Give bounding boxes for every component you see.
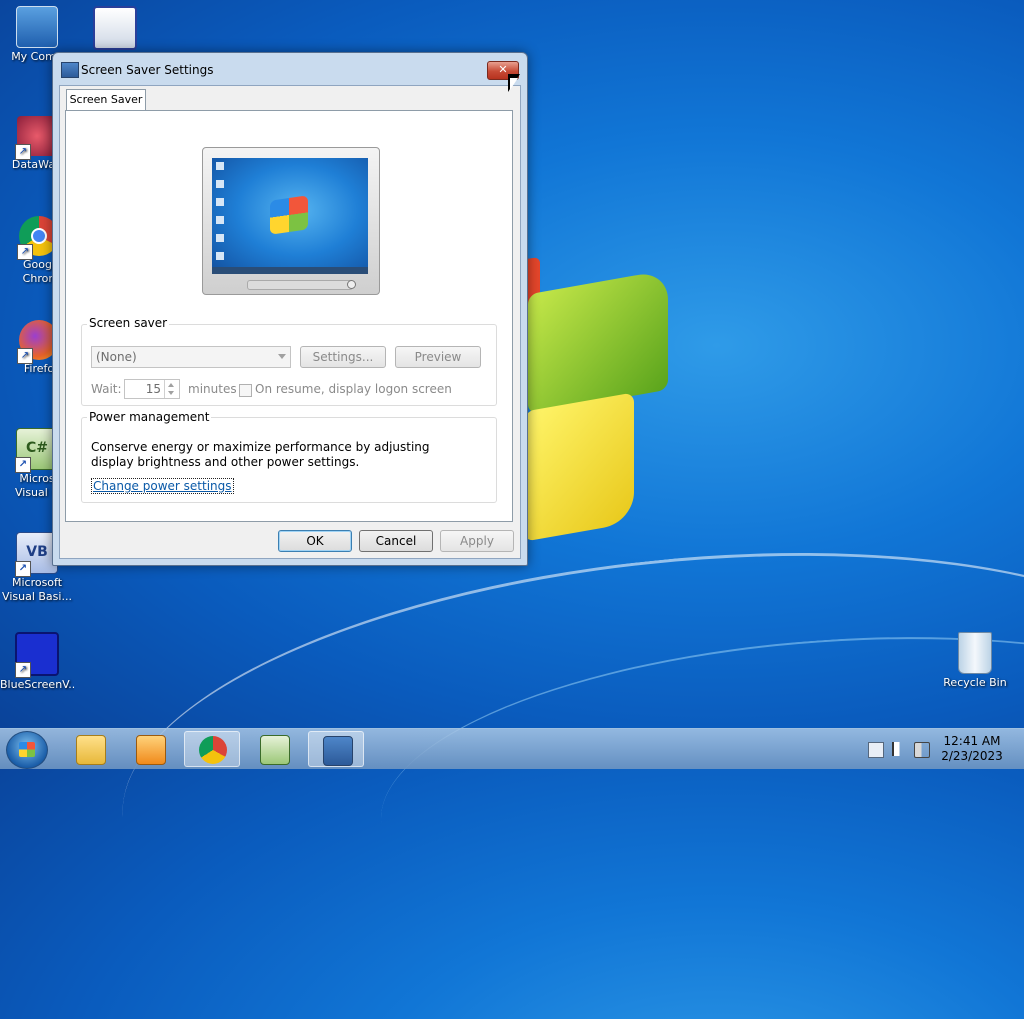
desktop-icon-document-viewer[interactable] bbox=[78, 6, 152, 52]
shortcut-arrow-icon: ↗ bbox=[17, 244, 33, 260]
screen-saver-selected-value: (None) bbox=[96, 350, 137, 364]
resume-logon-label: On resume, display logon screen bbox=[255, 382, 452, 396]
desktop-icon-label-line2: Visual Basi... bbox=[2, 590, 72, 603]
minutes-label: minutes bbox=[188, 382, 237, 396]
preview-desktop-icon bbox=[216, 180, 224, 188]
taskbar-explorer[interactable] bbox=[62, 731, 118, 767]
chevron-down-icon bbox=[278, 354, 286, 359]
system-clock[interactable]: 12:41 AM 2/23/2023 bbox=[930, 734, 1014, 764]
dialog-title: Screen Saver Settings bbox=[81, 63, 214, 77]
shortcut-arrow-icon: ↗ bbox=[15, 662, 31, 678]
desktop-icon-label: BlueScreenV... bbox=[0, 678, 74, 691]
preview-desktop-icon bbox=[216, 216, 224, 224]
screen-saver-tab-panel: Screen saver (None) Settings... Preview … bbox=[65, 110, 513, 522]
preview-desktop-icon bbox=[216, 162, 224, 170]
media-player-icon bbox=[136, 735, 166, 765]
windows-logo-icon bbox=[19, 742, 35, 757]
volume-icon[interactable] bbox=[914, 742, 930, 758]
datawag-icon: ↗ bbox=[15, 116, 57, 160]
wait-label: Wait: bbox=[91, 382, 122, 396]
preview-taskbar bbox=[212, 267, 368, 274]
stepper-arrows[interactable] bbox=[164, 380, 179, 398]
display-settings-icon bbox=[323, 736, 353, 766]
clock-time: 12:41 AM bbox=[943, 734, 1001, 748]
chrome-center-icon bbox=[31, 228, 47, 244]
settings-button[interactable]: Settings... bbox=[300, 346, 386, 368]
desktop-icon-label: Recycle Bin bbox=[943, 676, 1007, 689]
folder-icon bbox=[76, 735, 106, 765]
cancel-button[interactable]: Cancel bbox=[359, 530, 433, 552]
screen-saver-select[interactable]: (None) bbox=[91, 346, 291, 368]
wallpaper-flag-yellow bbox=[524, 392, 634, 542]
taskbar-visual-csharp[interactable] bbox=[246, 731, 302, 767]
preview-windows-logo-icon bbox=[270, 195, 308, 235]
taskbar-media-player[interactable] bbox=[122, 731, 178, 767]
recycle-bin-icon bbox=[958, 632, 992, 674]
wait-minutes-value: 15 bbox=[145, 382, 161, 396]
shortcut-arrow-icon: ↗ bbox=[15, 457, 31, 473]
resume-logon-checkbox[interactable] bbox=[239, 384, 252, 397]
csharp-icon bbox=[260, 735, 290, 765]
network-icon[interactable] bbox=[868, 742, 884, 758]
monitor-base bbox=[247, 280, 353, 290]
title-bar[interactable]: Screen Saver Settings ✕ bbox=[53, 53, 527, 85]
preview-button[interactable]: Preview bbox=[395, 346, 481, 368]
change-power-settings-link[interactable]: Change power settings bbox=[91, 478, 234, 494]
power-button-icon bbox=[347, 280, 356, 289]
screen-saver-preview-monitor bbox=[202, 147, 380, 295]
shortcut-arrow-icon: ↗ bbox=[15, 561, 31, 577]
chrome-icon bbox=[199, 736, 227, 764]
mouse-cursor-fill bbox=[510, 78, 518, 90]
ok-button[interactable]: OK bbox=[278, 530, 352, 552]
screen-saver-settings-dialog: Screen Saver Settings ✕ Screen Saver Scr… bbox=[52, 52, 528, 566]
monitor-document-icon bbox=[93, 6, 137, 50]
preview-screen bbox=[212, 158, 368, 274]
computer-icon bbox=[16, 6, 58, 48]
shortcut-arrow-icon: ↗ bbox=[15, 144, 31, 160]
action-center-flag-icon[interactable] bbox=[892, 742, 908, 756]
close-icon: ✕ bbox=[498, 63, 508, 76]
chevron-down-icon bbox=[168, 391, 174, 395]
bluescreenview-icon: ↗ bbox=[15, 632, 59, 678]
desktop-icon-label: Microsoft bbox=[11, 576, 63, 589]
chevron-up-icon bbox=[168, 383, 174, 387]
preview-desktop-icon bbox=[216, 234, 224, 242]
taskbar: 12:41 AM 2/23/2023 bbox=[0, 728, 1024, 769]
desktop-icon-bluescreenview[interactable]: ↗ BlueScreenV... bbox=[0, 632, 74, 692]
shortcut-arrow-icon: ↗ bbox=[17, 348, 33, 364]
apply-button[interactable]: Apply bbox=[440, 530, 514, 552]
screen-saver-group-label: Screen saver bbox=[87, 316, 170, 330]
taskbar-chrome[interactable] bbox=[184, 731, 240, 767]
start-button[interactable] bbox=[6, 731, 48, 769]
tab-screen-saver[interactable]: Screen Saver bbox=[66, 89, 146, 112]
power-management-description: Conserve energy or maximize performance … bbox=[91, 440, 430, 469]
preview-desktop-icon bbox=[216, 252, 224, 260]
wallpaper-flag-green bbox=[528, 269, 668, 415]
taskbar-display-settings[interactable] bbox=[308, 731, 364, 767]
power-management-group-label: Power management bbox=[87, 410, 212, 424]
desktop-icon-recycle-bin[interactable]: Recycle Bin bbox=[938, 632, 1012, 690]
dialog-client-area: Screen Saver Screen saver (None) Setting… bbox=[59, 85, 521, 559]
display-settings-icon bbox=[61, 62, 79, 78]
wait-minutes-stepper[interactable]: 15 bbox=[124, 379, 180, 399]
preview-desktop-icon bbox=[216, 198, 224, 206]
clock-date: 2/23/2023 bbox=[941, 749, 1003, 763]
